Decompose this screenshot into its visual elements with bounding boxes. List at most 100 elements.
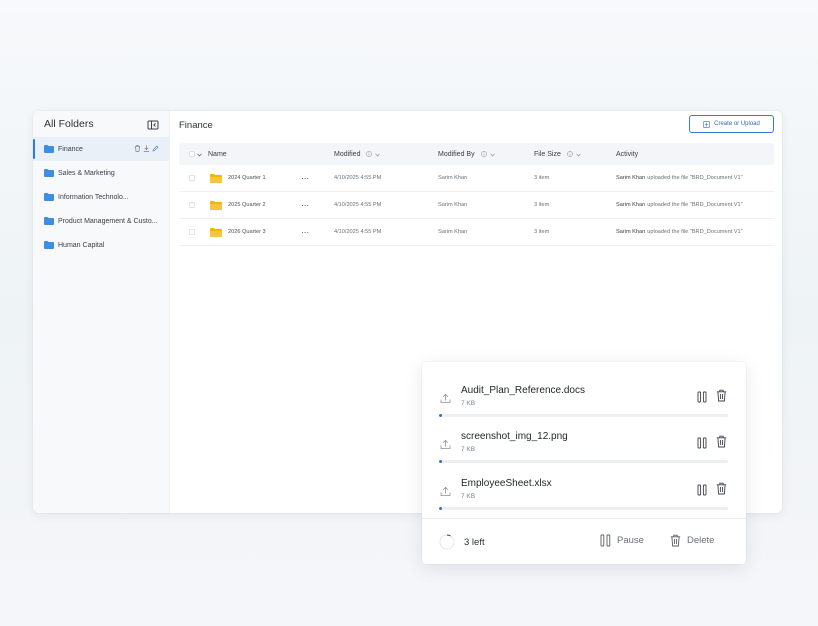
delete-all-button[interactable]: Delete <box>670 534 714 547</box>
table-row[interactable]: 2024 Quarter 1 ⋯ 4/10/2025 4:55 PM Sarim… <box>179 165 774 192</box>
pause-icon <box>600 534 611 547</box>
pause-label: Pause <box>617 535 644 546</box>
info-icon <box>480 151 487 157</box>
pause-icon[interactable] <box>697 483 707 496</box>
sidebar-item-product-management[interactable]: Product Management & Custo... <box>33 209 169 233</box>
upload-file-size: 7 KB <box>461 400 476 407</box>
folder-table: Name Modified Modified By File Size Acti… <box>179 143 774 246</box>
upload-icon <box>440 391 451 403</box>
row-activity: Sarim Khan uploaded the file "BRD_Documen… <box>616 175 743 181</box>
sidebar-item-label: Finance <box>58 145 83 153</box>
folder-icon <box>44 241 54 249</box>
info-icon <box>366 151 373 157</box>
folder-icon <box>210 227 222 237</box>
upload-file-size: 7 KB <box>461 446 476 453</box>
delete-icon[interactable] <box>134 145 141 152</box>
sidebar-item-finance[interactable]: Finance <box>33 137 169 161</box>
upload-progress-fill <box>439 507 442 510</box>
sidebar-item-human-capital[interactable]: Human Capital <box>33 233 169 257</box>
column-label: Name <box>208 150 227 158</box>
row-modified-by: Sarim Khan <box>438 229 468 235</box>
column-label: File Size <box>534 150 561 158</box>
row-name[interactable]: 2026 Quarter 3 <box>228 229 266 235</box>
row-modified: 4/10/2025 4:55 PM <box>334 229 382 235</box>
column-name[interactable]: Name <box>208 151 227 158</box>
folder-icon <box>44 145 54 153</box>
delete-icon <box>670 534 681 547</box>
delete-icon[interactable] <box>716 435 727 448</box>
chevron-down-icon[interactable] <box>197 152 202 157</box>
row-size: 3 item <box>534 229 550 235</box>
sidebar-item-label: Human Capital <box>58 241 105 249</box>
activity-text: uploaded the file "BRD_Document V1" <box>647 175 743 181</box>
delete-icon[interactable] <box>716 482 727 495</box>
add-icon <box>703 120 711 128</box>
loading-spinner-icon <box>439 534 455 550</box>
chevron-down-icon[interactable] <box>375 152 381 157</box>
row-name[interactable]: 2024 Quarter 1 <box>228 175 266 181</box>
row-name[interactable]: 2025 Quarter 2 <box>228 202 266 208</box>
row-modified-by: Sarim Khan <box>438 202 468 208</box>
activity-user: Sarim Khan <box>616 229 646 235</box>
row-checkbox[interactable] <box>189 229 195 235</box>
upload-progress-panel: Audit_Plan_Reference.docs 7 KB screensho… <box>422 362 746 564</box>
select-all-checkbox[interactable] <box>189 151 195 157</box>
sidebar-header: All Folders <box>33 111 169 136</box>
folder-icon <box>44 169 54 177</box>
remaining-count: 3 left <box>464 537 485 548</box>
column-activity[interactable]: Activity <box>616 151 638 158</box>
column-label: Modified <box>334 150 361 158</box>
folder-icon <box>210 200 222 210</box>
sidebar-item-label: Sales & Marketing <box>58 169 115 177</box>
upload-icon <box>440 437 451 449</box>
sidebar-item-information-technology[interactable]: Information Technolo... <box>33 185 169 209</box>
delete-label: Delete <box>687 535 715 546</box>
more-options-icon[interactable]: ⋯ <box>301 228 309 237</box>
column-label: Modified By <box>438 150 475 158</box>
upload-file-name: Audit_Plan_Reference.docs <box>461 385 585 396</box>
row-name-cell: 2026 Quarter 3 <box>210 227 266 237</box>
column-modified-by[interactable]: Modified By <box>438 151 495 158</box>
folder-icon <box>44 193 54 201</box>
folder-icon <box>44 217 54 225</box>
folder-actions <box>134 145 159 152</box>
upload-file-size: 7 KB <box>461 493 476 500</box>
chevron-down-icon[interactable] <box>489 152 495 157</box>
edit-icon[interactable] <box>152 145 159 152</box>
activity-user: Sarim Khan <box>616 175 646 181</box>
collapse-sidebar-icon[interactable] <box>147 118 159 130</box>
upload-file-name: EmployeeSheet.xlsx <box>461 478 552 489</box>
more-options-icon[interactable]: ⋯ <box>301 174 309 183</box>
upload-item: Audit_Plan_Reference.docs 7 KB <box>422 370 746 417</box>
row-modified: 4/10/2025 4:55 PM <box>334 175 382 181</box>
create-or-upload-button[interactable]: Create or Upload <box>689 115 774 133</box>
row-activity: Sarim Khan uploaded the file "BRD_Documen… <box>616 229 743 235</box>
table-row[interactable]: 2026 Quarter 3 ⋯ 4/10/2025 4:55 PM Sarim… <box>179 219 774 246</box>
row-modified: 4/10/2025 4:55 PM <box>334 202 382 208</box>
column-file-size[interactable]: File Size <box>534 151 581 158</box>
upload-item: EmployeeSheet.xlsx 7 KB <box>422 463 746 510</box>
row-checkbox[interactable] <box>189 175 195 181</box>
sidebar-folder-list: Finance Sales & Marketing Information Te… <box>33 136 169 257</box>
sidebar-item-sales-marketing[interactable]: Sales & Marketing <box>33 161 169 185</box>
row-name-cell: 2025 Quarter 2 <box>210 200 266 210</box>
download-icon[interactable] <box>143 145 150 152</box>
pause-icon[interactable] <box>697 436 707 449</box>
column-modified[interactable]: Modified <box>334 150 381 158</box>
delete-icon[interactable] <box>716 389 727 402</box>
more-options-icon[interactable]: ⋯ <box>301 201 309 210</box>
row-modified-by: Sarim Khan <box>438 175 468 181</box>
activity-text: uploaded the file "BRD_Document V1" <box>647 202 743 208</box>
sidebar: All Folders Finance Sales & Marketing In… <box>33 111 170 513</box>
chevron-down-icon[interactable] <box>576 152 581 157</box>
row-name-cell: 2024 Quarter 1 <box>210 173 266 183</box>
row-checkbox[interactable] <box>189 202 195 208</box>
row-size: 3 item <box>534 202 550 208</box>
sidebar-item-label: Product Management & Custo... <box>58 217 158 225</box>
pause-icon[interactable] <box>697 390 707 403</box>
sidebar-title: All Folders <box>44 117 94 130</box>
pause-all-button[interactable]: Pause <box>600 534 644 547</box>
upload-file-name: screenshot_img_12.png <box>461 431 568 442</box>
activity-text: uploaded the file "BRD_Document V1" <box>647 229 743 235</box>
table-row[interactable]: 2025 Quarter 2 ⋯ 4/10/2025 4:55 PM Sarim… <box>179 192 774 219</box>
